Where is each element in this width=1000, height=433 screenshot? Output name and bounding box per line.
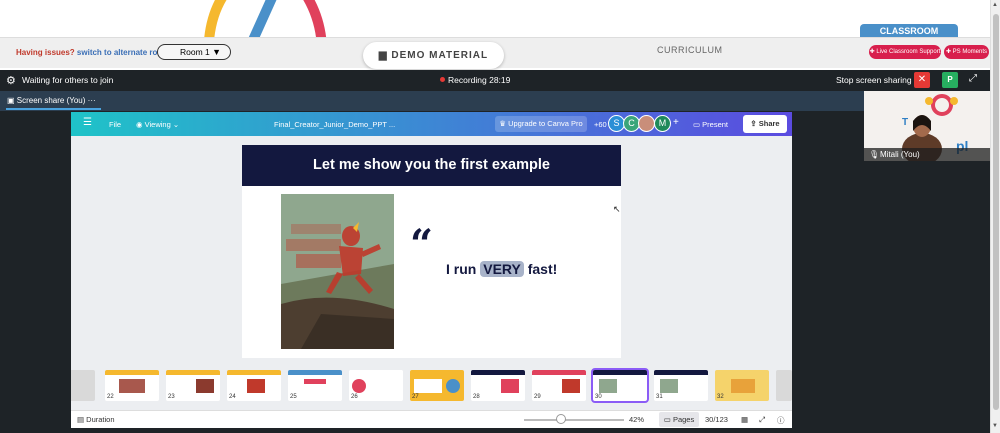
slide-thumbnail[interactable]: 25 <box>288 370 342 401</box>
pages-button[interactable]: ▭ Pages <box>659 412 699 427</box>
slide-thumbnail[interactable]: 31 <box>654 370 708 401</box>
classroom-tab[interactable]: CLASSROOM <box>860 24 958 38</box>
eye-icon: ◉ <box>136 120 145 129</box>
room-select-value: Room 1 <box>180 47 210 57</box>
viewing-menu[interactable]: ◉ Viewing ⌄ <box>136 120 179 129</box>
slide-thumbnail[interactable] <box>776 370 792 401</box>
live-support-button[interactable]: ✚ Live Classroom Support <box>869 45 941 59</box>
folder-icon: ▆ <box>378 50 388 61</box>
plus-icon: ✚ <box>945 49 953 55</box>
document-title[interactable]: Final_Creator_Junior_Demo_PPT ... <box>274 120 395 129</box>
svg-text:T: T <box>902 117 908 128</box>
microphone-icon: 🎙︎ <box>869 150 880 159</box>
slide-thumbnail[interactable]: 32 <box>715 370 769 401</box>
crown-icon: ♛ <box>499 119 509 128</box>
zoom-level[interactable]: 42% <box>629 415 644 424</box>
active-tab-indicator <box>6 108 101 110</box>
present-button[interactable]: ▭ Present <box>693 120 728 129</box>
grid-view-icon[interactable]: ▦ <box>741 415 748 424</box>
participant-badge[interactable]: P <box>942 72 958 88</box>
alternate-room-link[interactable]: switch to alternate room <box>77 48 169 57</box>
slide-canvas[interactable]: Let me show you the first example “ I ru… <box>242 145 621 358</box>
slide-thumbnail[interactable]: 22 <box>105 370 159 401</box>
zoom-slider[interactable] <box>524 419 624 421</box>
issues-notice: Having issues? switch to alternate room <box>16 48 169 57</box>
share-button[interactable]: ⇪ Share <box>743 115 787 133</box>
file-menu[interactable]: File <box>109 120 121 129</box>
avatar[interactable]: M <box>654 115 671 132</box>
pages-icon: ▭ <box>663 415 673 424</box>
slide-thumbnail-selected[interactable]: 30 <box>591 368 649 403</box>
stop-share-close-button[interactable]: ✕ <box>914 72 930 88</box>
screen-share-tab-label: ▣ Screen share (You) ··· <box>7 96 96 105</box>
canva-window: ☰ File ◉ Viewing ⌄ Final_Creator_Junior_… <box>71 112 792 428</box>
curriculum-tab[interactable]: CURRICULUM <box>657 45 723 55</box>
meeting-bar: ⚙ Waiting for others to join Recording 2… <box>0 70 990 90</box>
hamburger-menu-icon[interactable]: ☰ <box>83 117 92 128</box>
add-collaborator-icon[interactable]: + <box>673 117 679 128</box>
page-scrollbar[interactable]: ▲ ▼ <box>990 0 1000 433</box>
canva-toolbar: ☰ File ◉ Viewing ⌄ Final_Creator_Junior_… <box>71 112 792 136</box>
scrollbar-thumb[interactable] <box>993 14 999 410</box>
quote-mark-icon: “ <box>410 221 434 268</box>
gear-icon[interactable]: ⚙ <box>6 74 16 87</box>
slide-quote: I run VERY fast! <box>446 261 557 277</box>
quote-suffix: fast! <box>527 261 558 277</box>
duration-button[interactable]: ▤ Duration <box>77 415 115 424</box>
running-figure-image <box>281 194 394 349</box>
present-icon: ▭ <box>693 120 703 129</box>
flash-illustration <box>281 194 394 349</box>
zoom-slider-handle[interactable] <box>556 414 566 424</box>
scroll-up-icon[interactable]: ▲ <box>992 2 998 8</box>
chevron-down-icon: ⌄ <box>170 120 180 129</box>
page: CLASSROOM Having issues? switch to alter… <box>0 0 1000 433</box>
demo-material-button[interactable]: ▆ DEMO MATERIAL <box>363 42 504 69</box>
upgrade-canva-pro-button[interactable]: ♛ Upgrade to Canva Pro <box>495 116 587 132</box>
tab-screen-share[interactable]: ▣ Screen share (You) ··· <box>0 91 864 111</box>
webcam-name-label: 🎙︎ Mitali (You) <box>864 148 990 161</box>
site-header: CLASSROOM <box>0 0 990 38</box>
slide-thumbnail[interactable]: 27 <box>410 370 464 401</box>
record-dot-icon <box>440 77 445 82</box>
expand-icon[interactable]: ⤢ <box>969 73 977 84</box>
recording-label: Recording 28:19 <box>448 75 511 85</box>
canva-footer: ▤ Duration 42% ▭ Pages 30/123 ▦ ⤢ ⓘ <box>71 410 792 428</box>
avatar-photo[interactable] <box>638 115 655 132</box>
live-support-label: Live Classroom Support <box>876 49 941 55</box>
slide-thumbnail[interactable]: 29 <box>532 370 586 401</box>
scroll-down-icon[interactable]: ▼ <box>992 423 998 429</box>
slide-thumbnail-strip: 22 23 24 25 26 27 28 29 30 31 32 <box>71 366 792 408</box>
more-options-icon[interactable]: ··· <box>88 96 96 105</box>
caret-down-icon: ▼ <box>212 47 221 57</box>
quote-prefix: I run <box>446 261 477 277</box>
slide-thumbnail[interactable]: 24 <box>227 370 281 401</box>
collaborator-count[interactable]: +60 <box>594 120 607 129</box>
ps-moments-button[interactable]: ✚ PS Moments <box>944 45 989 59</box>
page-counter: 30/123 <box>705 415 728 424</box>
upload-icon: ⇪ <box>750 119 759 128</box>
slide-thumbnail[interactable] <box>71 370 95 401</box>
webcam-tile[interactable]: T pl 🎙︎ Mitali (You) <box>864 91 990 161</box>
stop-screen-sharing-label: Stop screen sharing <box>836 75 912 85</box>
slide-thumbnail[interactable]: 23 <box>166 370 220 401</box>
ps-moments-label: PS Moments <box>952 49 988 55</box>
slide-title: Let me show you the first example <box>242 145 621 186</box>
demo-material-label: DEMO MATERIAL <box>391 50 489 61</box>
fullscreen-icon[interactable]: ⤢ <box>759 415 765 425</box>
mouse-cursor-icon: ↖ <box>613 204 621 214</box>
quote-highlight: VERY <box>480 261 524 277</box>
slide-thumbnail[interactable]: 28 <box>471 370 525 401</box>
slide-thumbnail[interactable]: 26 <box>349 370 403 401</box>
issues-text: Having issues? <box>16 48 75 57</box>
monitor-icon: ▣ <box>7 96 17 105</box>
decorative-logo-arcs <box>204 0 327 38</box>
recording-indicator: Recording 28:19 <box>440 75 510 85</box>
waiting-status: Waiting for others to join <box>22 75 114 85</box>
room-select[interactable]: Room 1 ▼ <box>157 44 231 60</box>
help-icon[interactable]: ⓘ <box>777 415 785 426</box>
notes-icon: ▤ <box>77 415 87 424</box>
